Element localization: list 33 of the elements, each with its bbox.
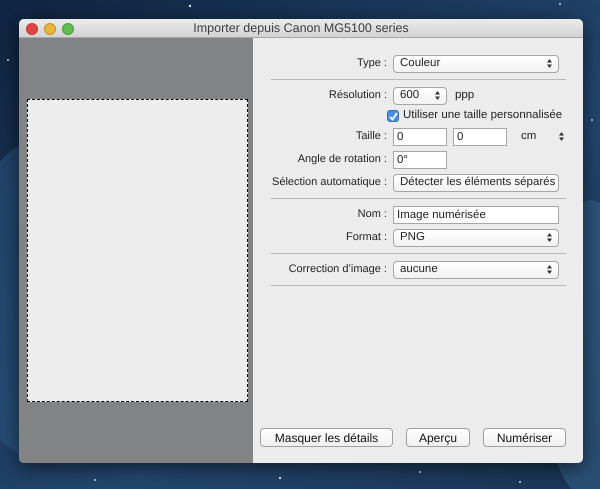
updown-arrows-icon — [547, 265, 552, 274]
stepper-icon[interactable] — [559, 132, 564, 141]
dropdown[interactable]: Détecter les éléments séparés — [393, 174, 559, 192]
push-button[interactable]: Aperçu — [406, 428, 470, 447]
window-title: Importer depuis Canon MG5100 series — [193, 20, 409, 37]
push-button[interactable]: Numériser — [483, 428, 566, 447]
field-label: Nom : — [356, 207, 387, 222]
updown-arrows-icon — [435, 91, 440, 100]
field-label: Type : — [356, 56, 387, 72]
unit-label: cm — [521, 128, 536, 144]
field-label: Correction d’image : — [288, 262, 387, 278]
dropdown[interactable]: PNG — [393, 228, 559, 246]
text-field[interactable]: 0° — [393, 150, 447, 168]
unit-label: ppp — [455, 88, 474, 103]
text-field[interactable]: 0 — [393, 128, 447, 146]
checkbox[interactable] — [387, 110, 399, 122]
zoom-icon[interactable] — [62, 23, 74, 35]
dropdown[interactable]: Couleur — [393, 54, 559, 72]
field-label: Sélection automatique : — [271, 175, 387, 190]
checkbox-label: Utiliser une taille personnalisée — [403, 108, 562, 124]
checkmark-icon — [388, 112, 398, 120]
field-label: Taille : — [354, 129, 387, 144]
push-button[interactable]: Masquer les détails — [260, 428, 393, 447]
field-label: Résolution : — [328, 88, 387, 104]
field-label: Angle de rotation : — [296, 152, 387, 168]
close-icon[interactable] — [26, 23, 38, 35]
updown-arrows-icon — [547, 59, 552, 68]
updown-arrows-icon — [547, 233, 552, 242]
text-field[interactable]: 0 — [453, 128, 507, 146]
dropdown[interactable]: aucune — [393, 260, 559, 278]
field-label: Format : — [345, 230, 387, 246]
text-field[interactable]: Image numérisée — [393, 206, 559, 224]
dropdown[interactable]: 600 — [393, 86, 447, 104]
